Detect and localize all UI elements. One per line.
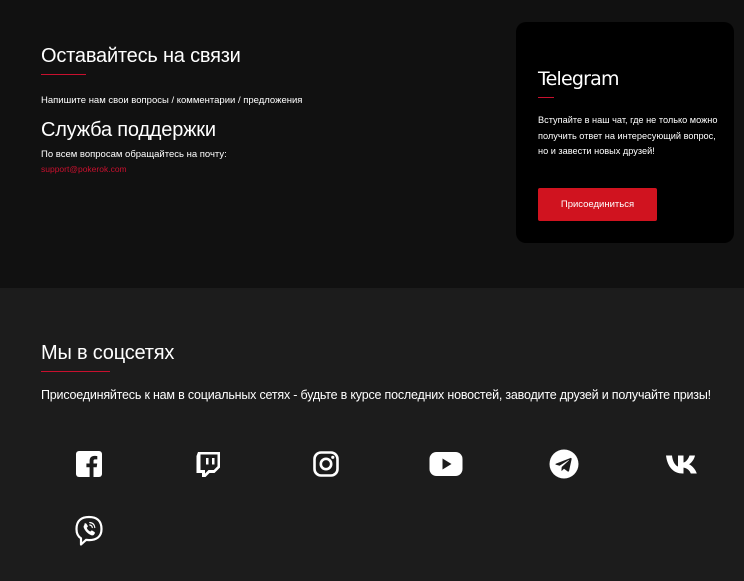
vk-icon[interactable] — [664, 448, 702, 480]
facebook-icon[interactable] — [73, 448, 105, 480]
instagram-icon[interactable] — [310, 448, 342, 480]
telegram-card-title: Telegram — [538, 68, 619, 90]
support-title: Служба поддержки — [41, 119, 216, 141]
support-text: По всем вопросам обращайтесь на почту: — [41, 149, 227, 160]
social-section — [0, 288, 744, 581]
contact-subtitle: Напишите нам свои вопросы / комментарии … — [41, 95, 303, 106]
telegram-card: Telegram Вступайте в наш чат, где не тол… — [516, 22, 734, 243]
support-email-link[interactable]: support@pokerok.com — [41, 164, 127, 174]
viber-icon[interactable] — [73, 515, 105, 547]
youtube-icon[interactable] — [428, 448, 464, 480]
social-lead-text: Присоединяйтесь к нам в социальных сетях… — [41, 388, 711, 402]
contact-title-underline — [41, 74, 86, 75]
social-title-underline — [41, 371, 110, 372]
contact-title: Оставайтесь на связи — [41, 45, 241, 67]
twitch-icon[interactable] — [192, 448, 224, 480]
contact-section: Оставайтесь на связи Напишите нам свои в… — [0, 0, 744, 288]
telegram-icon[interactable] — [548, 448, 580, 480]
telegram-card-text: Вступайте в наш чат, где не только можно… — [538, 115, 718, 156]
telegram-card-underline — [538, 97, 554, 98]
join-telegram-button[interactable]: Присоединиться — [538, 188, 657, 221]
social-title: Мы в соцсетях — [41, 342, 175, 364]
